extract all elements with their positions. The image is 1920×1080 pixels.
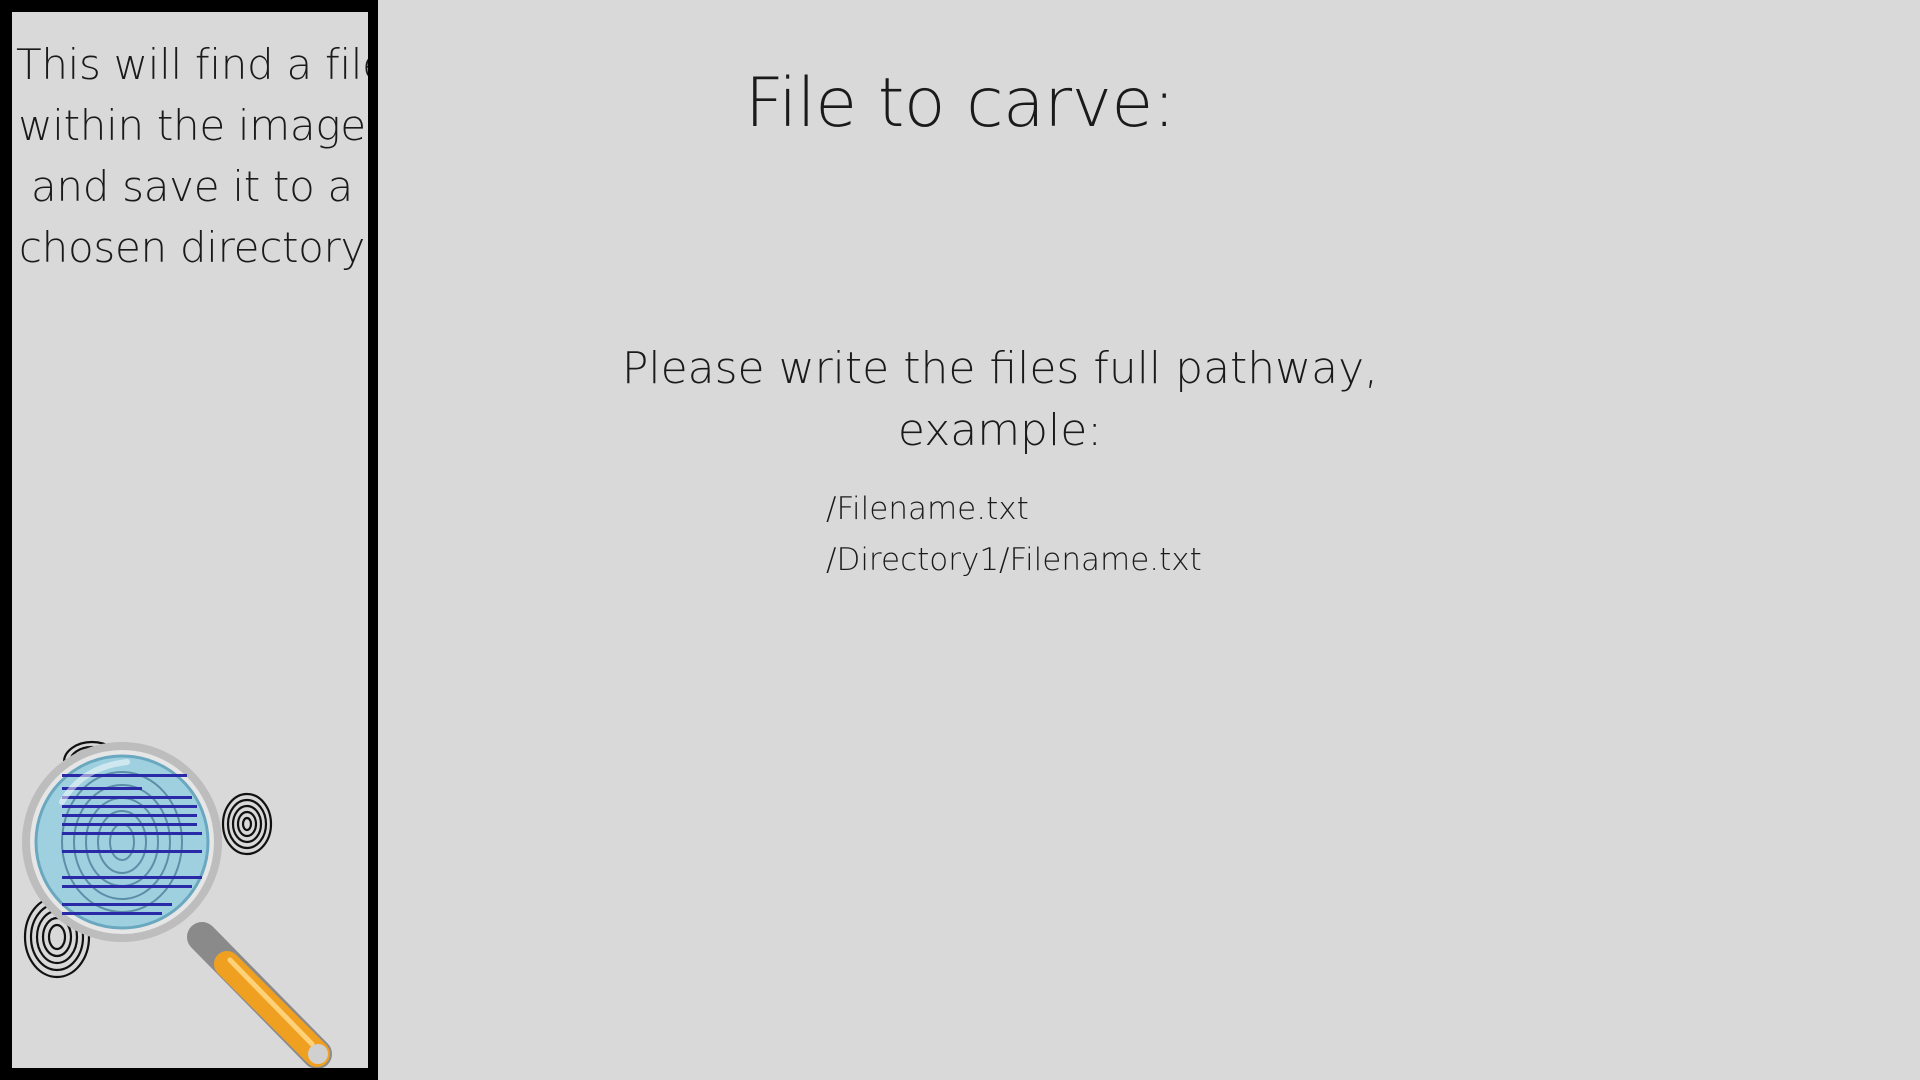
sidebar: This will find a file within the image a…	[0, 0, 378, 1080]
sidebar-description-line: and save it to a	[31, 162, 353, 211]
instruction-line: example:	[897, 405, 1103, 456]
sidebar-panel: This will find a file within the image a…	[12, 12, 368, 1068]
sidebar-description-line: within the image	[18, 101, 366, 150]
instruction-line: Please write the files full pathway,	[621, 343, 1379, 394]
example-path: /Directory1/Filename.txt	[826, 542, 1202, 578]
example-paths: /Filename.txt /Directory1/Filename.txt	[826, 484, 1202, 586]
page-title: File to carve:	[744, 64, 1176, 143]
example-path: /Filename.txt	[826, 491, 1029, 527]
sidebar-description-line: This will find a file	[16, 40, 368, 89]
sidebar-description: This will find a file within the image a…	[16, 34, 368, 278]
magnifier-fingerprint-icon	[22, 740, 332, 1068]
app-window: This will find a file within the image a…	[0, 0, 1920, 1080]
instruction-text: Please write the files full pathway, exa…	[600, 338, 1400, 462]
sidebar-description-line: chosen directory	[18, 223, 366, 272]
